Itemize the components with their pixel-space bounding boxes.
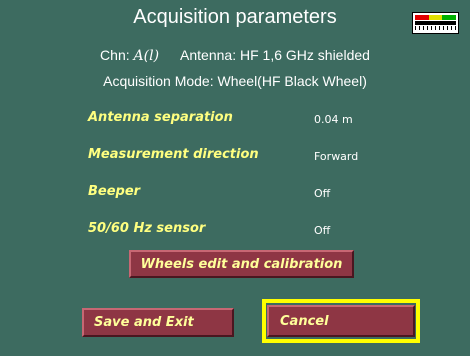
param-value-beeper[interactable]: Off [314,187,330,200]
indicator-black-bar [415,21,456,25]
channel-value: A(l) [133,48,160,64]
channel-antenna-line: Chn: A(l) Antenna: HF 1,6 GHz shielded [0,47,470,64]
cancel-label: Cancel [280,313,329,329]
save-and-exit-label: Save and Exit [94,315,194,330]
param-label-hz-sensor: 50/60 Hz sensor [88,221,206,236]
cancel-button[interactable]: Cancel [267,305,415,337]
wheels-edit-calibration-label: Wheels edit and calibration [140,256,343,272]
param-label-antenna-separation: Antenna separation [88,110,233,125]
indicator-scale-ticks [415,26,456,30]
signal-level-indicator-icon [412,12,459,34]
antenna-info: Antenna: HF 1,6 GHz shielded [180,47,370,63]
param-label-measurement-direction: Measurement direction [88,147,259,162]
param-value-antenna-separation[interactable]: 0.04 m [314,113,353,126]
indicator-color-bar [415,15,456,20]
channel-label: Chn: [100,47,130,63]
param-value-measurement-direction[interactable]: Forward [314,150,358,163]
acquisition-mode: Acquisition Mode: Wheel(HF Black Wheel) [103,73,367,89]
save-and-exit-button[interactable]: Save and Exit [82,308,234,337]
wheels-edit-calibration-button[interactable]: Wheels edit and calibration [129,250,354,278]
param-value-hz-sensor[interactable]: Off [314,224,330,237]
page-title: Acquisition parameters [133,6,337,28]
param-label-beeper: Beeper [88,184,141,199]
